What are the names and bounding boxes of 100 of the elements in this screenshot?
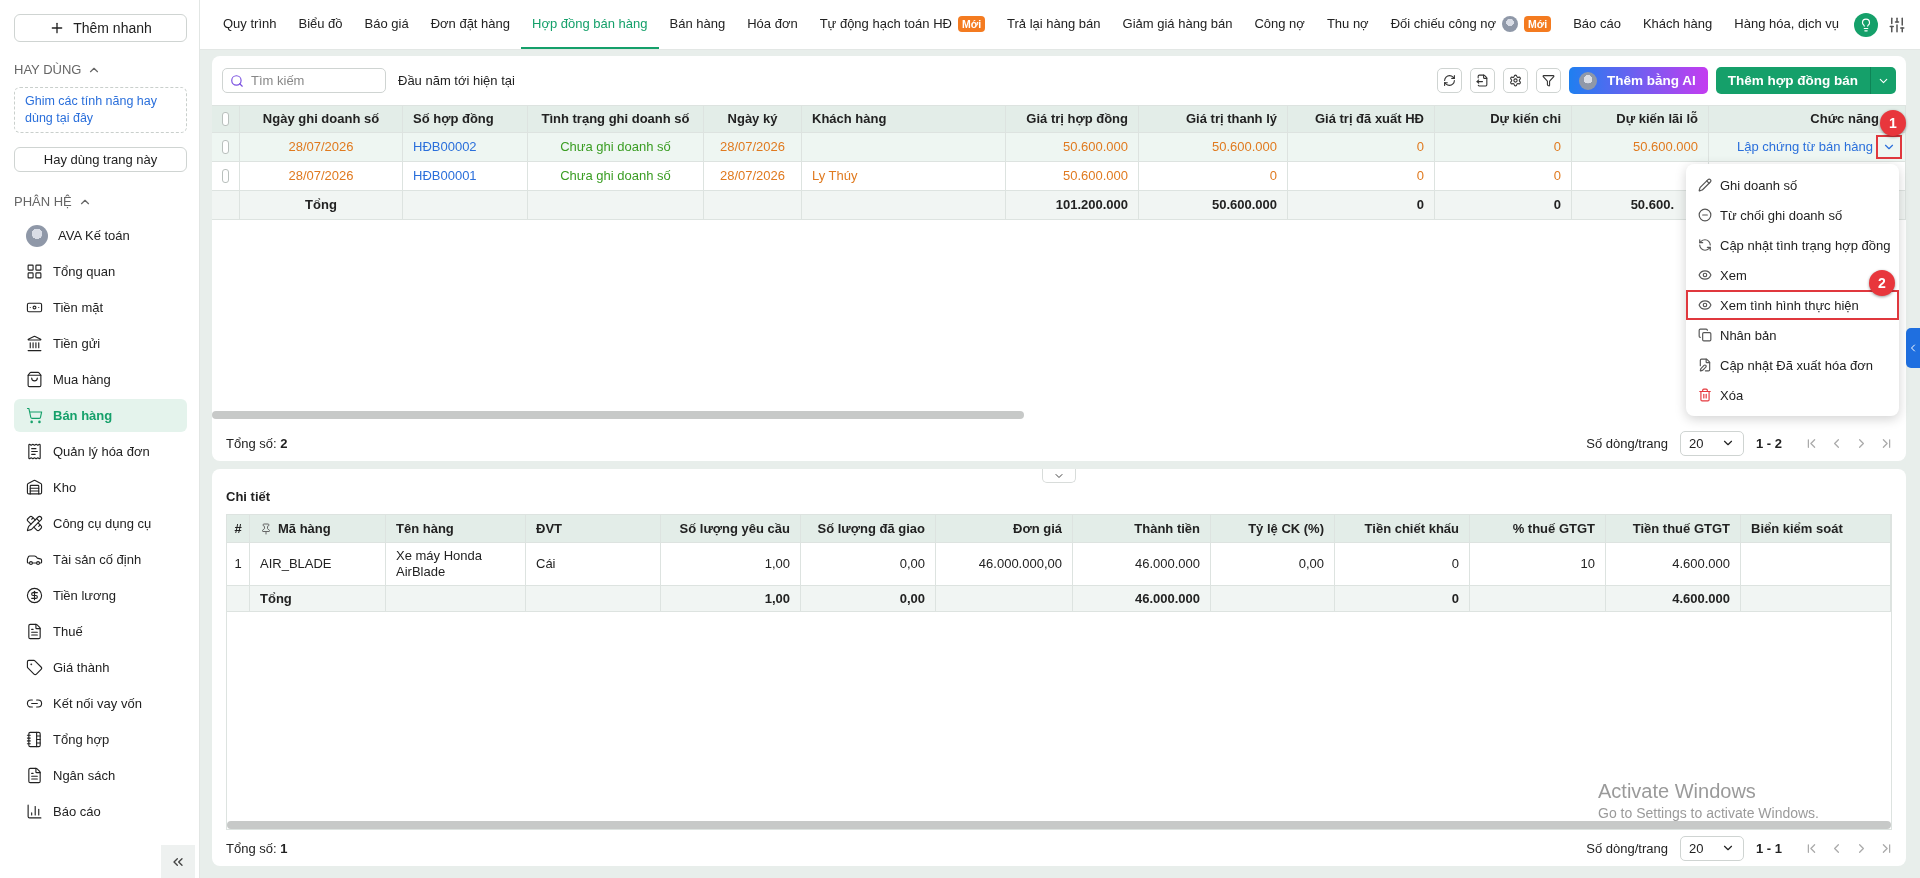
tag-icon	[26, 659, 43, 676]
favorites-section-toggle[interactable]: HAY DÙNG	[14, 62, 187, 77]
sidebar-item[interactable]: Công cụ dụng cụ	[14, 507, 187, 540]
search-field[interactable]: Tìm kiếm	[222, 68, 386, 93]
lightbulb-button[interactable]	[1854, 12, 1878, 37]
sidebar-item[interactable]: Báo cáo	[14, 795, 187, 828]
sidebar-item[interactable]: Mua hàng	[14, 363, 187, 396]
nav-tab[interactable]: Khách hàng	[1631, 0, 1724, 49]
row-checkbox[interactable]	[222, 169, 229, 183]
notebook-icon	[26, 731, 43, 748]
table-link[interactable]: Lập chứng từ bán hàng	[1737, 139, 1873, 155]
table-cell: Cái	[536, 556, 556, 572]
column-header: Dự kiến lãi lỗ	[1572, 106, 1709, 132]
menu-item[interactable]: Cập nhật Đã xuất hóa đơn	[1686, 350, 1886, 380]
sidebar-item[interactable]: Thuế	[14, 615, 187, 648]
menu-item[interactable]: Nhân bản	[1686, 320, 1789, 350]
nav-tab[interactable]: Tự động hạch toán HĐ Mới	[808, 0, 997, 49]
row-checkbox[interactable]	[222, 140, 229, 154]
table-cell: 0,00	[1298, 556, 1324, 572]
warehouse-icon	[26, 479, 43, 496]
column-header: Thành tiền	[1073, 515, 1211, 542]
filter-icon	[1541, 74, 1555, 87]
column-header: Biển kiểm soát	[1741, 515, 1891, 542]
total-cell: 1,00	[764, 590, 790, 607]
page-range: 1 - 2	[1756, 435, 1782, 451]
more-options-button[interactable]	[1870, 67, 1896, 94]
page-size-select[interactable]: 20	[1680, 835, 1744, 861]
total-cell: 0	[1553, 197, 1561, 213]
menu-item[interactable]: Xem	[1686, 260, 1759, 290]
table-link[interactable]: HĐB00001	[413, 168, 477, 184]
column-header: Đơn giá	[936, 515, 1073, 542]
sidebar-item[interactable]: Kết nối vay vốn	[14, 687, 187, 720]
sidebar-item[interactable]: AVA Kế toán	[14, 219, 187, 252]
export-button[interactable]	[1469, 68, 1495, 93]
sidebar-item[interactable]: Tiền lương	[14, 579, 187, 612]
sidebar-item[interactable]: Kho	[14, 471, 187, 504]
sidebar-item[interactable]: Tổng quan	[14, 255, 187, 288]
column-header: Mã hàng	[250, 515, 386, 542]
sidebar-item[interactable]: Tiền mặt	[14, 291, 187, 324]
filter-button[interactable]	[1535, 68, 1561, 93]
record-count: Tổng số: 2	[226, 435, 288, 451]
nav-tab[interactable]: Báo cáo	[1562, 0, 1632, 49]
table-link[interactable]: HĐB00002	[413, 139, 477, 155]
modules-section-toggle[interactable]: PHÂN HỆ	[14, 194, 187, 209]
sidebar-item[interactable]: Ngân sách	[14, 759, 187, 792]
file-icon	[1698, 358, 1712, 372]
page-size-select[interactable]: 20	[1680, 430, 1744, 456]
column-header: Tiền chiết khấu	[1335, 515, 1470, 542]
refresh-button[interactable]	[1436, 68, 1462, 93]
quick-add-button[interactable]: Thêm nhanh	[14, 14, 187, 42]
menu-item[interactable]: Cập nhật tình trạng hợp đồng	[1686, 230, 1903, 260]
nav-tab[interactable]: Quy trình	[212, 0, 288, 49]
nav-tab[interactable]: Trả lại hàng bán	[996, 0, 1112, 49]
nav-tab[interactable]: Đối chiếu công nợ Mới	[1379, 0, 1563, 49]
sidebar-item[interactable]: Tổng hợp	[14, 723, 187, 756]
table-cell: 0	[1553, 139, 1561, 155]
period-filter[interactable]: Đầu năm tới hiện tại	[398, 73, 515, 88]
activation-subtitle: Go to Settings to activate Windows.	[1598, 805, 1819, 821]
sidebar-item[interactable]: Giá thành	[14, 651, 187, 684]
menu-item[interactable]: Từ chối ghi doanh số	[1686, 200, 1855, 230]
collapse-sidebar-button[interactable]	[161, 845, 195, 878]
grid-icon	[26, 263, 43, 280]
nav-tab[interactable]: Công nợ	[1243, 0, 1316, 49]
table-row[interactable]: 28/07/2026 HĐB00002 Chưa ghi doanh số 28/07/2026 50.600.000 50.600.000 0 0 50.600.000 Lập chứng từ bán hàng	[212, 133, 1906, 162]
pin-icon	[260, 522, 272, 535]
nav-tab[interactable]: Báo giá	[353, 0, 420, 49]
nav-tab[interactable]: Biểu đồ	[287, 0, 354, 49]
nav-tab[interactable]: Hàng hóa, dịch vụ	[1723, 0, 1851, 49]
column-header: Ngày ghi doanh số	[240, 106, 403, 132]
table-cell: 4.600.000	[1672, 556, 1730, 572]
sidebar-item[interactable]: Tiền gửi	[14, 327, 187, 360]
new-badge: Mới	[1524, 15, 1552, 32]
nav-tab[interactable]: Bán hàng	[658, 0, 737, 49]
nav-tab[interactable]: Giảm giá hàng bán	[1111, 0, 1244, 49]
row-menu-button[interactable]	[1879, 138, 1899, 156]
select-all-checkbox[interactable]	[222, 112, 229, 126]
total-cell: 0,00	[899, 590, 925, 607]
add-favorite-button[interactable]: Hay dùng trang này	[14, 147, 187, 172]
menu-item[interactable]: Xóa	[1686, 380, 1756, 410]
table-cell: Chưa ghi doanh số	[560, 168, 671, 184]
side-panel-toggle[interactable]	[1906, 328, 1920, 368]
table-cell: 28/07/2026	[288, 168, 354, 184]
sidebar-item[interactable]: Tài sản cố định	[14, 543, 187, 576]
sliders-icon[interactable]	[1888, 15, 1906, 34]
table-cell-text: Xe máy Honda AirBlade	[396, 548, 483, 580]
nav-tab[interactable]: Thu nợ	[1315, 0, 1380, 49]
document-icon	[26, 623, 43, 640]
total-cell: 0	[1451, 590, 1459, 607]
nav-tab[interactable]: Hóa đơn	[736, 0, 809, 49]
pencil-icon	[1698, 178, 1712, 192]
sidebar-item[interactable]: Quản lý hóa đơn	[14, 435, 187, 468]
step-marker: 2	[1869, 270, 1895, 296]
column-header: Số lượng đã giao	[801, 515, 936, 542]
settings-button[interactable]	[1502, 68, 1528, 93]
nav-tab[interactable]: Hợp đồng bán hàng	[521, 0, 659, 49]
table-cell: 0	[1553, 168, 1561, 184]
collapse-toggle[interactable]	[1042, 469, 1076, 483]
add-with-ai-button[interactable]: Thêm bằng AI	[1568, 67, 1708, 94]
table-cell: 10	[1580, 556, 1595, 572]
nav-tab[interactable]: Đơn đặt hàng	[419, 0, 521, 49]
